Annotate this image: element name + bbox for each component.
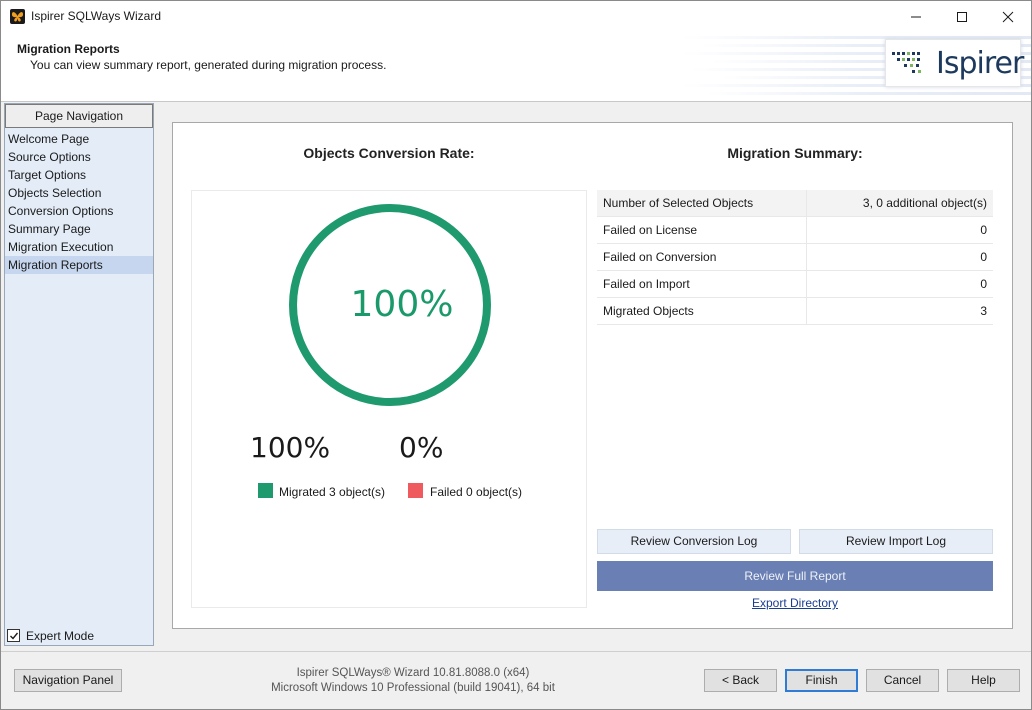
legend-failed-label: Failed 0 object(s) [430, 485, 523, 499]
summary-row: Failed on Conversion 0 [597, 244, 993, 271]
wizard-window: Ispirer SQLWays Wizard Migration Reports… [0, 0, 1032, 710]
legend-migrated-swatch [258, 483, 273, 498]
page-subtitle: You can view summary report, generated d… [30, 58, 387, 72]
summary-row: Number of Selected Objects 3, 0 addition… [597, 190, 993, 217]
nav-item-welcome-page[interactable]: Welcome Page [5, 130, 153, 148]
ispirer-logo: Ispirer [885, 39, 1024, 87]
nav-item-target-options[interactable]: Target Options [5, 166, 153, 184]
version-line-product: Ispirer SQLWays® Wizard 10.81.8088.0 (x6… [296, 667, 530, 679]
maximize-icon [957, 12, 967, 22]
summary-row-value: 0 [980, 277, 987, 291]
version-line-os: Microsoft Windows 10 Professional (build… [271, 682, 555, 694]
maximize-button[interactable] [939, 1, 985, 32]
title-bar: Ispirer SQLWays Wizard [1, 1, 1031, 32]
export-directory-link[interactable]: Export Directory [597, 596, 993, 610]
summary-row: Failed on License 0 [597, 217, 993, 244]
ring-percent-label: 100% [350, 284, 454, 325]
nav-item-migration-reports[interactable]: Migration Reports [5, 256, 153, 274]
nav-list: Welcome Page Source Options Target Optio… [5, 130, 153, 274]
footer-bar: Navigation Panel Ispirer SQLWays® Wizard… [1, 651, 1031, 709]
nav-header: Page Navigation [5, 104, 153, 128]
legend-migrated-label: Migrated 3 object(s) [279, 485, 386, 499]
nav-item-source-options[interactable]: Source Options [5, 148, 153, 166]
nav-item-migration-execution[interactable]: Migration Execution [5, 238, 153, 256]
summary-row-label: Failed on License [597, 217, 807, 244]
review-import-log-button[interactable]: Review Import Log [799, 529, 993, 554]
minimize-icon [911, 16, 921, 18]
summary-row-value: 0 [980, 223, 987, 237]
close-icon [1002, 11, 1014, 23]
page-title: Migration Reports [17, 42, 120, 56]
checkmark-icon [10, 632, 19, 640]
failed-percent: 0% [399, 431, 444, 464]
summary-row-value: 3, 0 additional object(s) [862, 196, 987, 210]
nav-item-conversion-options[interactable]: Conversion Options [5, 202, 153, 220]
summary-row-value: 3 [980, 304, 987, 318]
window-title: Ispirer SQLWays Wizard [31, 9, 162, 23]
version-info: Ispirer SQLWays® Wizard 10.81.8088.0 (x6… [231, 666, 595, 696]
butterfly-icon [10, 9, 25, 24]
migration-summary-title: Migration Summary: [727, 145, 863, 161]
page-header: Migration Reports You can view summary r… [1, 32, 1031, 102]
migration-summary-table: Number of Selected Objects 3, 0 addition… [597, 190, 993, 325]
summary-row-label: Number of Selected Objects [597, 190, 807, 217]
summary-row-label: Failed on Import [597, 271, 807, 298]
summary-row: Failed on Import 0 [597, 271, 993, 298]
nav-item-summary-page[interactable]: Summary Page [5, 220, 153, 238]
summary-row-value: 0 [980, 250, 987, 264]
summary-row: Migrated Objects 3 [597, 298, 993, 325]
nav-item-objects-selection[interactable]: Objects Selection [5, 184, 153, 202]
expert-mode-checkbox[interactable] [7, 629, 20, 642]
legend-failed-swatch [408, 483, 423, 498]
help-button[interactable]: Help [947, 669, 1020, 692]
page-navigation-panel: Page Navigation Welcome Page Source Opti… [4, 103, 154, 646]
close-button[interactable] [985, 1, 1031, 32]
summary-row-label: Migrated Objects [597, 298, 807, 325]
report-panel: Objects Conversion Rate: Migration Summa… [172, 122, 1013, 629]
minimize-button[interactable] [893, 1, 939, 32]
review-full-report-button[interactable]: Review Full Report [597, 561, 993, 591]
back-button[interactable]: < Back [704, 669, 777, 692]
conversion-rate-title: Objects Conversion Rate: [303, 145, 475, 161]
expert-mode-label: Expert Mode [26, 629, 95, 643]
logo-text: Ispirer [936, 46, 1024, 81]
migrated-percent: 100% [250, 431, 331, 464]
conversion-rate-chart: 100% 100% 0% Migrated 3 object(s) Failed… [191, 190, 587, 608]
ispirer-logo-icon [892, 52, 921, 73]
review-conversion-log-button[interactable]: Review Conversion Log [597, 529, 791, 554]
finish-button[interactable]: Finish [785, 669, 858, 692]
navigation-panel-button[interactable]: Navigation Panel [14, 669, 122, 692]
cancel-button[interactable]: Cancel [866, 669, 939, 692]
summary-row-label: Failed on Conversion [597, 244, 807, 271]
